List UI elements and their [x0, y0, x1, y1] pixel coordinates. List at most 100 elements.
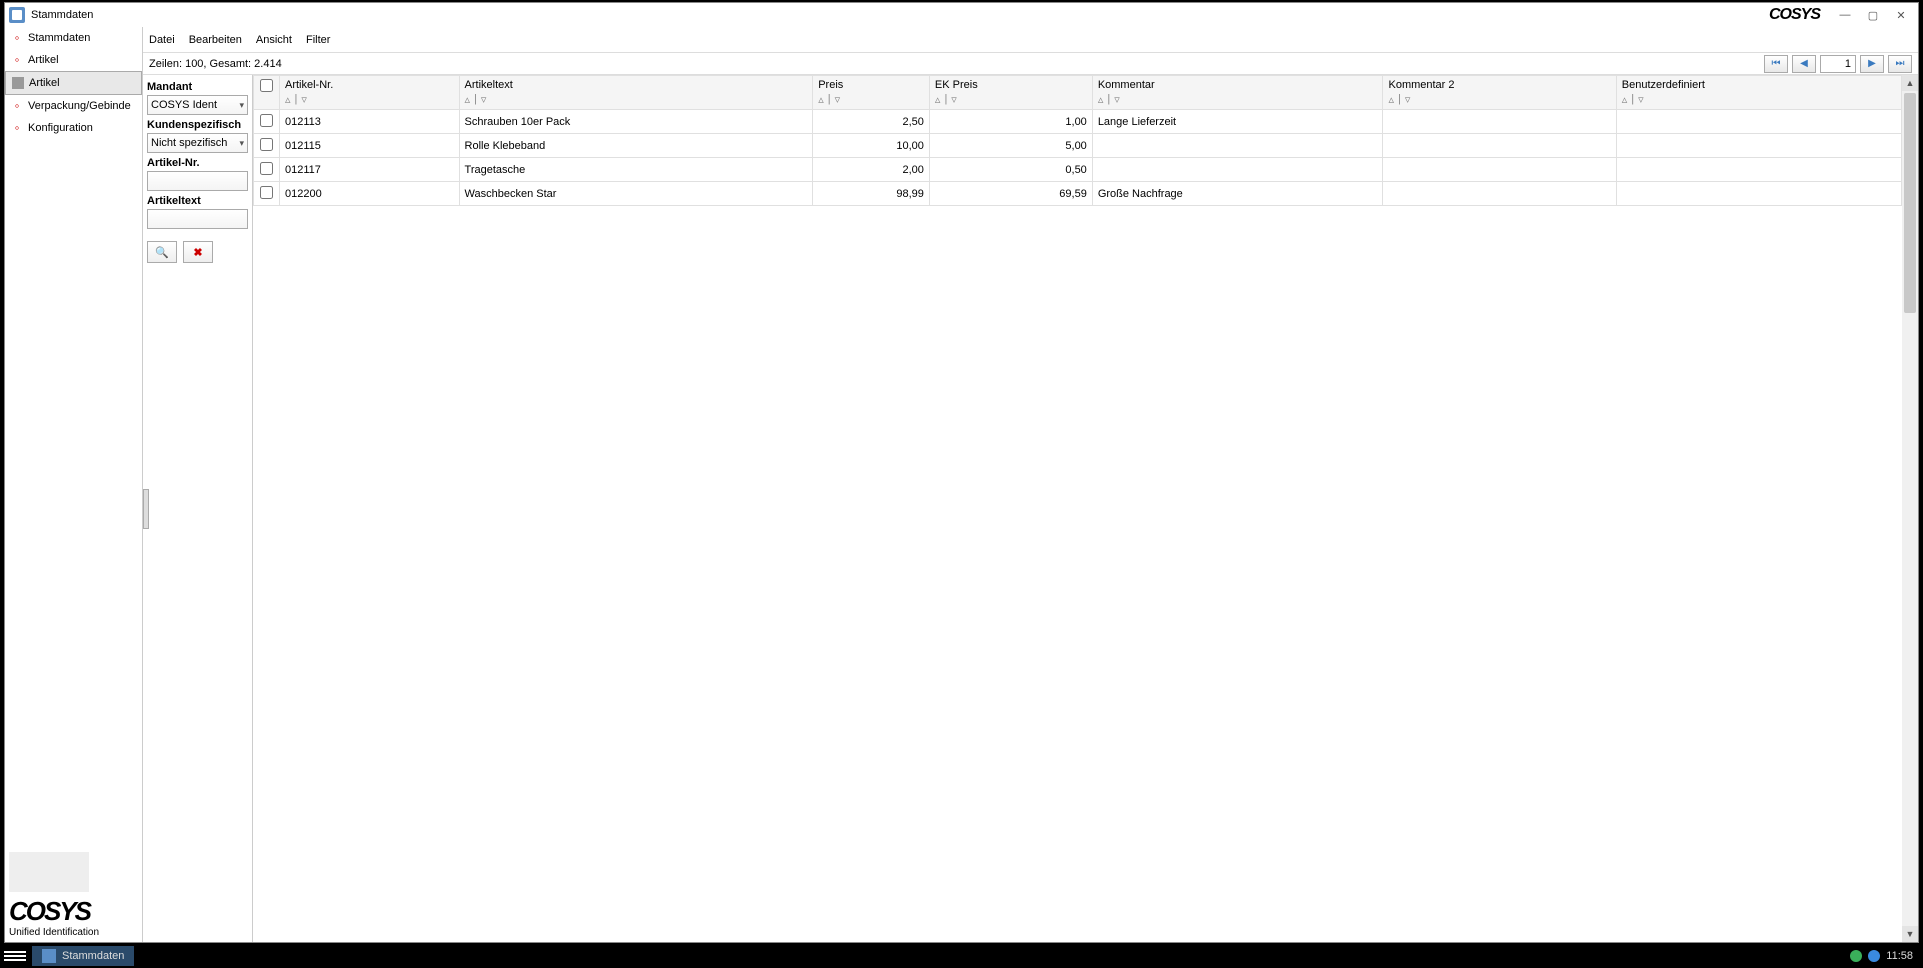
search-button[interactable]: 🔍: [147, 241, 177, 263]
artikeltext-input[interactable]: [147, 209, 248, 229]
row-checkbox[interactable]: [260, 162, 273, 175]
row-checkbox[interactable]: [260, 186, 273, 199]
app-icon: [9, 7, 25, 23]
filter-icon[interactable]: ▿: [481, 93, 487, 106]
sort-icon[interactable]: ▵: [285, 93, 291, 106]
filter-icon[interactable]: ▿: [951, 93, 957, 106]
cell-benutzerdefiniert: [1616, 182, 1901, 206]
sidebar-item-konfiguration[interactable]: ◦ Konfiguration: [5, 117, 142, 139]
kundenspezifisch-select[interactable]: Nicht spezifisch: [147, 133, 248, 153]
artikelnr-input[interactable]: [147, 171, 248, 191]
cell-kommentar2: [1383, 110, 1616, 134]
logo-placeholder: [9, 852, 89, 892]
col-artikelnr[interactable]: Artikel-Nr.▵|▿: [280, 76, 460, 110]
col-benutzerdefiniert[interactable]: Benutzerdefiniert▵|▿: [1616, 76, 1901, 110]
pager-first-button[interactable]: ⏮: [1764, 55, 1788, 73]
app-icon: [42, 949, 56, 963]
cell-kommentar: [1092, 134, 1383, 158]
clock: 11:58: [1886, 950, 1913, 962]
sidebar-item-artikel-active[interactable]: Artikel: [5, 71, 142, 95]
filter-icon[interactable]: ▿: [1114, 93, 1120, 106]
col-preis[interactable]: Preis▵|▿: [813, 76, 930, 110]
cell-preis: 98,99: [813, 182, 930, 206]
tray-icon[interactable]: [1868, 950, 1880, 962]
logo-text: COSYS: [9, 896, 138, 927]
clear-icon: ✖: [193, 246, 202, 259]
menu-bearbeiten[interactable]: Bearbeiten: [189, 34, 242, 46]
sidebar-item-stammdaten[interactable]: ◦ Stammdaten: [5, 27, 142, 49]
start-menu-button[interactable]: [4, 947, 26, 965]
pager-page-input[interactable]: [1820, 55, 1856, 73]
brand-logo: COSYS: [1769, 6, 1820, 24]
vertical-scrollbar[interactable]: ▲ ▼: [1902, 75, 1918, 942]
table-row[interactable]: 012113Schrauben 10er Pack2,501,00Lange L…: [254, 110, 1902, 134]
filter-icon[interactable]: ▿: [301, 93, 307, 106]
grid-area: Artikel-Nr.▵|▿ Artikeltext▵|▿ Preis▵|▿ E…: [253, 75, 1918, 942]
pager-last-button[interactable]: ⏭: [1888, 55, 1912, 73]
cell-preis: 2,50: [813, 110, 930, 134]
table-row[interactable]: 012115Rolle Klebeband10,005,00: [254, 134, 1902, 158]
artikeltext-label: Artikeltext: [147, 195, 248, 207]
artikelnr-label: Artikel-Nr.: [147, 157, 248, 169]
binoculars-icon: 🔍: [155, 246, 169, 259]
sort-icon[interactable]: ▵: [1098, 93, 1104, 106]
minimize-button[interactable]: —: [1832, 5, 1858, 25]
sidebar-item-verpackung[interactable]: ◦ Verpackung/Gebinde: [5, 95, 142, 117]
table-row[interactable]: 012117Tragetasche2,000,50: [254, 158, 1902, 182]
cell-kommentar2: [1383, 182, 1616, 206]
sidebar-item-label: Verpackung/Gebinde: [28, 100, 131, 112]
taskbar-app-button[interactable]: Stammdaten: [32, 946, 134, 966]
sort-icon[interactable]: ▵: [935, 93, 941, 106]
sidebar-item-label: Artikel: [28, 54, 59, 66]
system-tray: 11:58: [1850, 950, 1919, 962]
scroll-down-arrow[interactable]: ▼: [1902, 926, 1918, 942]
col-kommentar[interactable]: Kommentar▵|▿: [1092, 76, 1383, 110]
menu-filter[interactable]: Filter: [306, 34, 330, 46]
sort-icon[interactable]: ▵: [1622, 93, 1628, 106]
maximize-button[interactable]: ▢: [1860, 5, 1886, 25]
cell-kommentar: Große Nachfrage: [1092, 182, 1383, 206]
cell-artikelnr: 012117: [280, 158, 460, 182]
panel-collapse-handle[interactable]: [143, 489, 149, 529]
col-artikeltext[interactable]: Artikeltext▵|▿: [459, 76, 813, 110]
document-icon: [12, 77, 24, 89]
cell-artikeltext: Tragetasche: [459, 158, 813, 182]
scroll-up-arrow[interactable]: ▲: [1902, 75, 1918, 91]
cell-ekpreis: 69,59: [929, 182, 1092, 206]
sidebar-item-artikel-parent[interactable]: ◦ Artikel: [5, 49, 142, 71]
col-ekpreis[interactable]: EK Preis▵|▿: [929, 76, 1092, 110]
cell-preis: 10,00: [813, 134, 930, 158]
sidebar-item-label: Stammdaten: [28, 32, 90, 44]
sort-icon[interactable]: ▵: [1388, 93, 1394, 106]
cell-kommentar: [1092, 158, 1383, 182]
cell-artikelnr: 012200: [280, 182, 460, 206]
filter-icon[interactable]: ▿: [1638, 93, 1644, 106]
col-kommentar2[interactable]: Kommentar 2▵|▿: [1383, 76, 1616, 110]
sort-icon[interactable]: ▵: [818, 93, 824, 106]
pager-prev-button[interactable]: ◀: [1792, 55, 1816, 73]
mandant-select[interactable]: COSYS Ident: [147, 95, 248, 115]
row-checkbox[interactable]: [260, 114, 273, 127]
cell-artikelnr: 012113: [280, 110, 460, 134]
pager-next-button[interactable]: ▶: [1860, 55, 1884, 73]
kundenspezifisch-label: Kundenspezifisch: [147, 119, 248, 131]
table-row[interactable]: 012200Waschbecken Star98,9969,59Große Na…: [254, 182, 1902, 206]
close-button[interactable]: ✕: [1888, 5, 1914, 25]
sort-icon[interactable]: ▵: [465, 93, 471, 106]
scroll-thumb[interactable]: [1904, 93, 1916, 313]
filter-panel: Mandant COSYS Ident Kundenspezifisch Nic…: [143, 75, 253, 942]
filter-icon[interactable]: ▿: [835, 93, 841, 106]
select-all-checkbox[interactable]: [260, 79, 273, 92]
status-bar: Zeilen: 100, Gesamt: 2.414 ⏮ ◀ ▶ ⏭: [143, 53, 1918, 75]
taskbar-app-label: Stammdaten: [62, 950, 124, 962]
mandant-label: Mandant: [147, 81, 248, 93]
tray-icon[interactable]: [1850, 950, 1862, 962]
clear-filter-button[interactable]: ✖: [183, 241, 213, 263]
cell-kommentar: Lange Lieferzeit: [1092, 110, 1383, 134]
filter-icon[interactable]: ▿: [1405, 93, 1411, 106]
sidebar: ◦ Stammdaten ◦ Artikel Artikel ◦ Verpack…: [5, 27, 143, 942]
menu-datei[interactable]: Datei: [149, 34, 175, 46]
row-checkbox[interactable]: [260, 138, 273, 151]
cell-artikelnr: 012115: [280, 134, 460, 158]
menu-ansicht[interactable]: Ansicht: [256, 34, 292, 46]
